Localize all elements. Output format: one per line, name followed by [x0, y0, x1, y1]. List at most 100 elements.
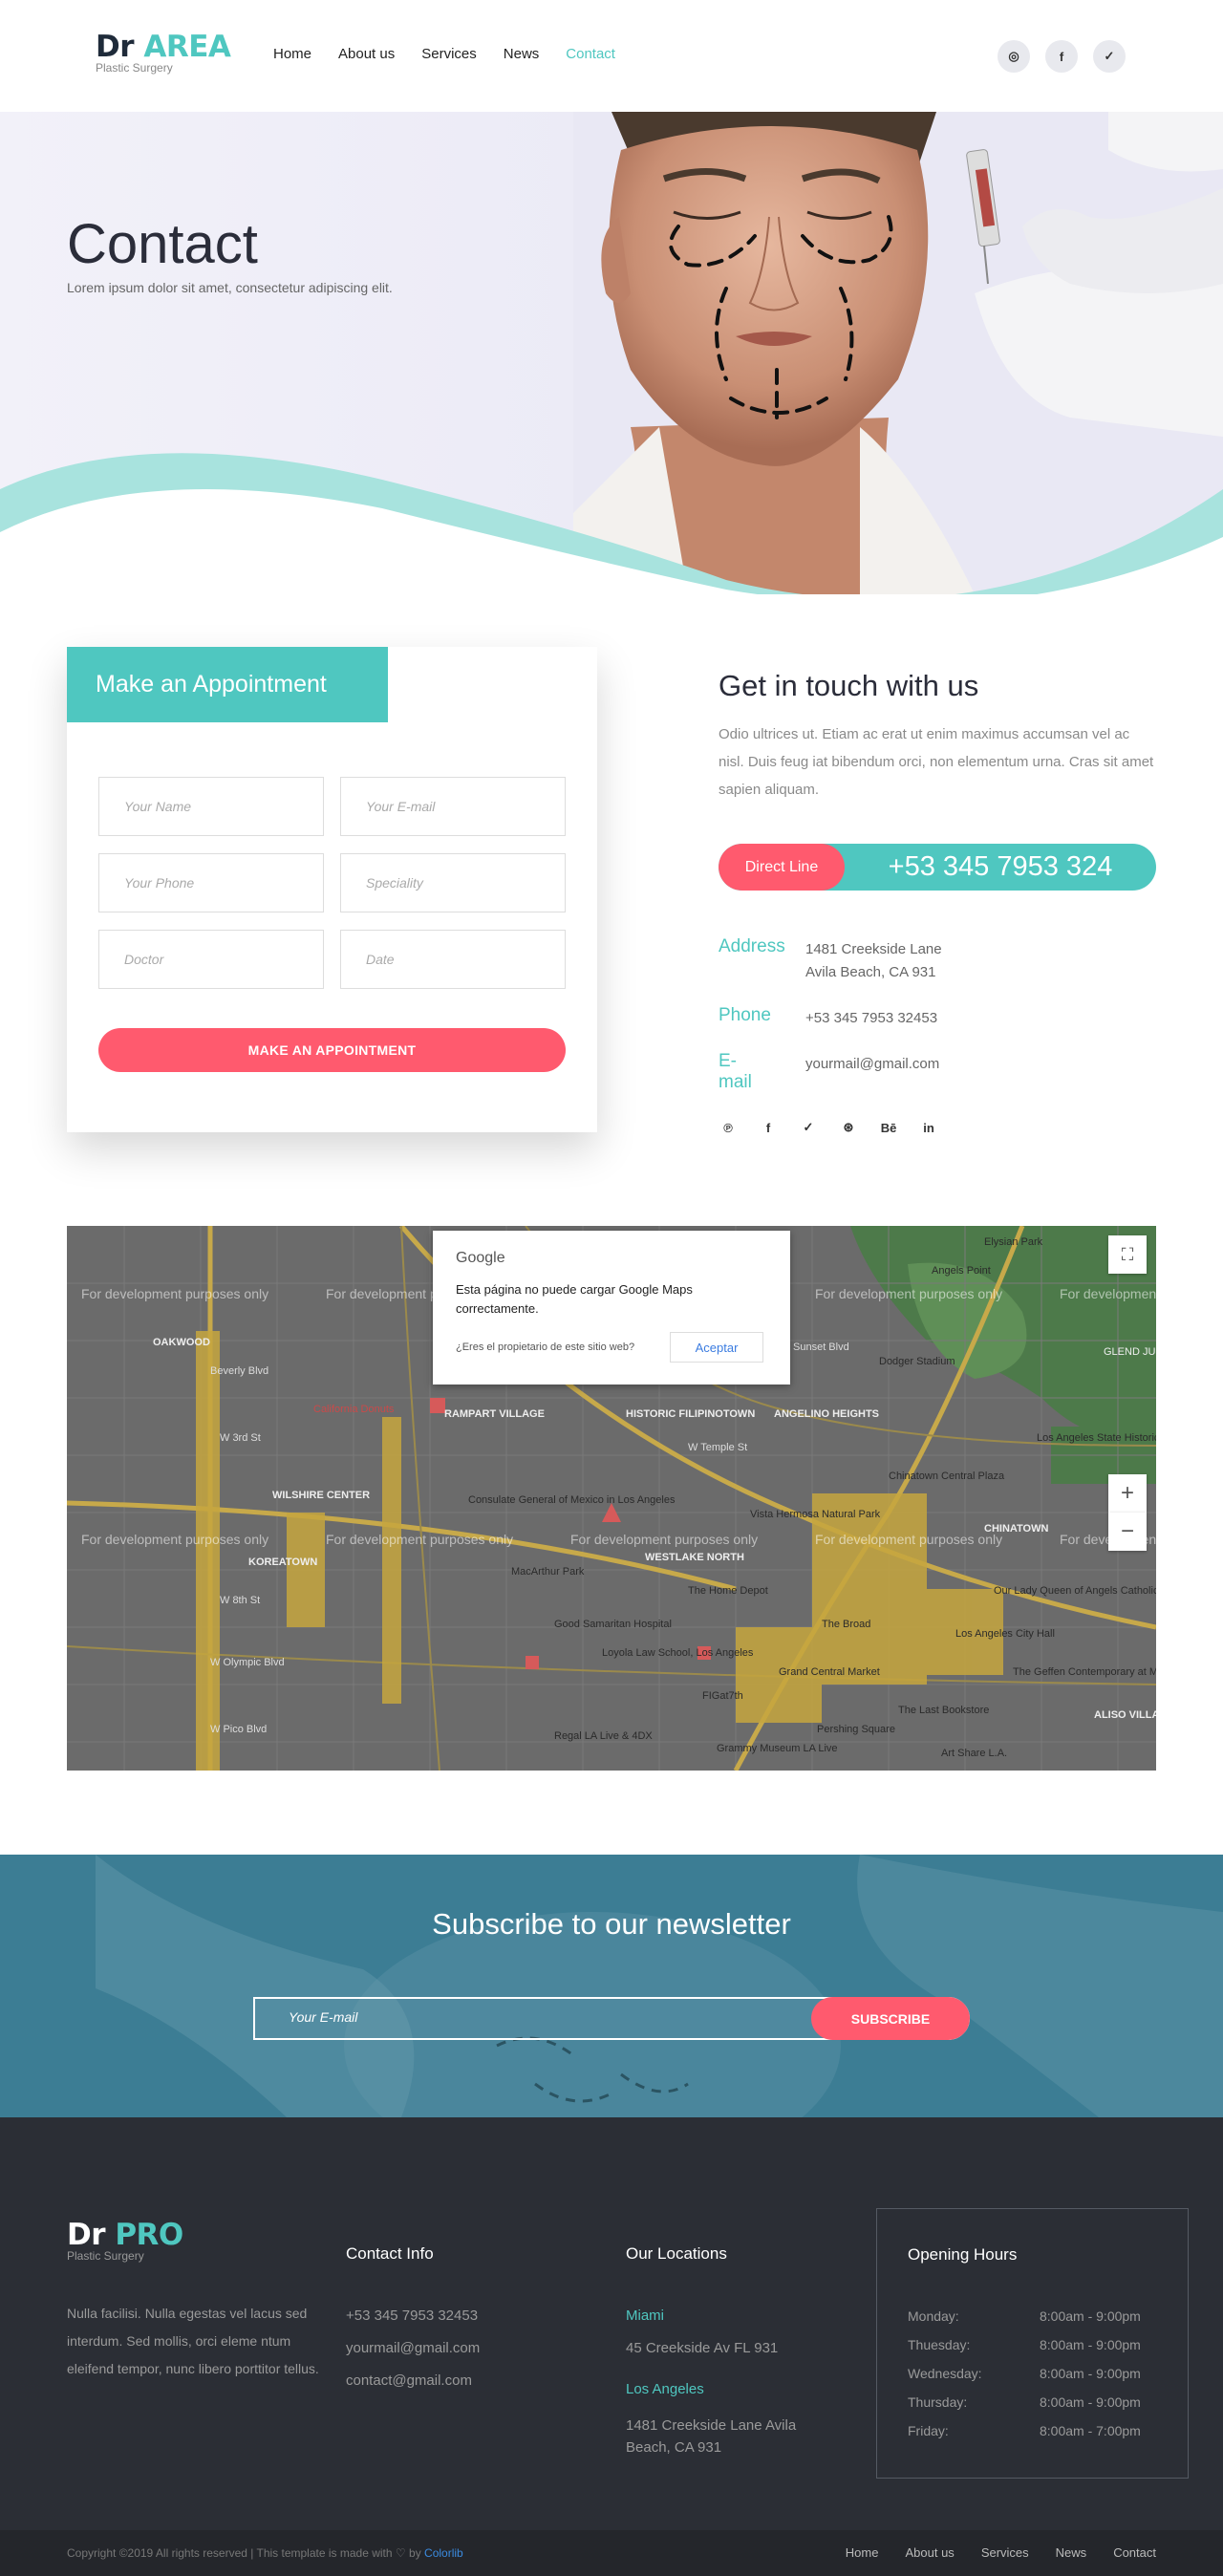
page-title: Contact	[67, 213, 258, 275]
svg-text:MacArthur Park: MacArthur Park	[511, 1566, 585, 1578]
svg-text:Sunset Blvd: Sunset Blvd	[793, 1342, 849, 1353]
page-subtitle: Lorem ipsum dolor sit amet, consectetur …	[67, 280, 393, 295]
footer-nav-about[interactable]: About us	[905, 2545, 954, 2560]
header-social: ◎ f ✓	[998, 40, 1126, 73]
address-label: Address	[719, 936, 785, 956]
svg-text:RAMPART VILLAGE: RAMPART VILLAGE	[444, 1408, 545, 1420]
doctor-input[interactable]: Doctor	[98, 930, 324, 989]
svg-text:Pershing Square: Pershing Square	[817, 1724, 895, 1735]
svg-text:W Olympic Blvd: W Olympic Blvd	[210, 1657, 285, 1668]
map-label: Elysian Park	[984, 1236, 1043, 1248]
facebook-icon[interactable]: f	[759, 1118, 778, 1137]
svg-text:California Donuts: California Donuts	[313, 1404, 395, 1415]
svg-text:ALISO VILLA: ALISO VILLA	[1094, 1709, 1156, 1721]
pinterest-icon[interactable]: ℗	[719, 1118, 738, 1137]
svg-text:Grammy Museum LA Live: Grammy Museum LA Live	[717, 1743, 838, 1754]
name-input[interactable]: Your Name	[98, 777, 324, 836]
zoom-in-button[interactable]: +	[1108, 1474, 1147, 1513]
svg-text:Chinatown Central Plaza: Chinatown Central Plaza	[889, 1470, 1005, 1482]
zoom-out-button[interactable]: −	[1108, 1513, 1147, 1551]
main-nav: Home About us Services News Contact	[273, 46, 615, 62]
map-dev-watermark: For development purposes only	[1060, 1286, 1156, 1301]
date-input[interactable]: Date	[340, 930, 566, 989]
svg-text:W 3rd St: W 3rd St	[220, 1432, 261, 1444]
footer-contact-email[interactable]: contact@gmail.com	[346, 2372, 472, 2389]
address-value: 1481 Creekside Lane Avila Beach, CA 931	[805, 941, 942, 980]
colorlib-link[interactable]: Colorlib	[424, 2546, 463, 2560]
facebook-icon[interactable]: f	[1045, 40, 1078, 73]
location-city-la: Los Angeles	[626, 2381, 704, 2397]
svg-text:Consulate General of Mexico in: Consulate General of Mexico in Los Angel…	[468, 1494, 676, 1506]
fullscreen-icon[interactable]: ⛶	[1108, 1235, 1147, 1274]
site-logo[interactable]: Dr AREA Plastic Surgery	[96, 30, 231, 75]
hero-banner: Contact Lorem ipsum dolor sit amet, cons…	[0, 112, 1223, 594]
twitter-icon[interactable]: ✓	[799, 1118, 818, 1137]
newsletter-background-image	[96, 1855, 1223, 2117]
instagram-icon[interactable]: ◎	[998, 40, 1030, 73]
speciality-input[interactable]: Speciality	[340, 853, 566, 912]
svg-text:W Pico Blvd: W Pico Blvd	[210, 1724, 267, 1735]
logo-text: Dr AREA	[96, 30, 231, 64]
svg-text:Beverly Blvd: Beverly Blvd	[210, 1365, 268, 1377]
svg-text:WESTLAKE NORTH: WESTLAKE NORTH	[645, 1552, 744, 1563]
site-header: Dr AREA Plastic Surgery Home About us Se…	[0, 0, 1223, 112]
svg-text:Los Angeles City Hall: Los Angeles City Hall	[955, 1628, 1055, 1640]
contact-social: ℗ f ✓ ⊛ Bē in	[719, 1118, 938, 1137]
svg-text:HISTORIC FILIPINOTOWN: HISTORIC FILIPINOTOWN	[626, 1408, 755, 1420]
touch-title: Get in touch with us	[719, 669, 979, 702]
nav-about[interactable]: About us	[338, 46, 395, 62]
copyright: Copyright ©2019 All rights reserved | Th…	[67, 2546, 463, 2560]
phone-label: Phone	[719, 1005, 771, 1025]
direct-line-label: Direct Line	[719, 844, 845, 891]
footer-nav: Home About us Services News Contact	[846, 2545, 1156, 2560]
svg-text:FIGat7th: FIGat7th	[702, 1690, 743, 1702]
footer-about-text: Nulla facilisi. Nulla egestas vel lacus …	[67, 2306, 319, 2376]
google-map[interactable]: Elysian Park Angels Point Dodger Stadium…	[67, 1226, 1156, 1771]
map-dev-watermark: For development purposes only	[81, 1532, 269, 1547]
nav-home[interactable]: Home	[273, 46, 311, 62]
direct-line-number: +53 345 7953 324	[888, 851, 1113, 882]
accept-button[interactable]: Aceptar	[670, 1332, 763, 1363]
map-error-dialog: Google Esta página no puede cargar Googl…	[433, 1231, 790, 1385]
svg-text:OAKWOOD: OAKWOOD	[153, 1337, 210, 1348]
svg-text:Grand Central Market: Grand Central Market	[779, 1666, 880, 1678]
svg-text:Our Lady Queen of Angels Catho: Our Lady Queen of Angels Catholic Church	[994, 1585, 1156, 1597]
map-dev-watermark: For development purposes only	[570, 1532, 759, 1547]
direct-line[interactable]: Direct Line +53 345 7953 324	[719, 844, 1156, 891]
map-dev-watermark: For development purposes only	[81, 1286, 269, 1301]
svg-text:W 8th St: W 8th St	[220, 1595, 260, 1606]
map-dev-watermark: For development purposes only	[326, 1532, 514, 1547]
email-value[interactable]: yourmail@gmail.com	[805, 1053, 1054, 1076]
svg-text:The Home Depot: The Home Depot	[688, 1585, 768, 1597]
footer-nav-home[interactable]: Home	[846, 2545, 879, 2560]
footer-nav-contact[interactable]: Contact	[1113, 2545, 1156, 2560]
svg-text:Angels Point: Angels Point	[932, 1265, 991, 1277]
phone-value: +53 345 7953 32453	[805, 1010, 938, 1026]
nav-contact[interactable]: Contact	[566, 46, 615, 62]
dribbble-icon[interactable]: ⊛	[839, 1118, 858, 1137]
email-input[interactable]: Your E-mail	[340, 777, 566, 836]
appointment-title: Make an Appointment	[67, 647, 388, 722]
map-owner-question[interactable]: ¿Eres el propietario de este sitio web?	[456, 1342, 634, 1353]
behance-icon[interactable]: Bē	[879, 1118, 898, 1137]
touch-text: Odio ultrices ut. Etiam ac erat ut enim …	[719, 726, 1154, 798]
svg-text:WILSHIRE CENTER: WILSHIRE CENTER	[272, 1490, 370, 1501]
phone-input[interactable]: Your Phone	[98, 853, 324, 912]
google-brand: Google	[456, 1250, 505, 1266]
footer-nav-services[interactable]: Services	[981, 2545, 1029, 2560]
svg-text:GLEND JUNCT: GLEND JUNCT	[1104, 1346, 1156, 1358]
map-dev-watermark: For development purposes only	[815, 1532, 1003, 1547]
svg-text:Regal LA Live & 4DX: Regal LA Live & 4DX	[554, 1730, 653, 1742]
nav-services[interactable]: Services	[421, 46, 477, 62]
subscribe-button[interactable]: SUBSCRIBE	[811, 1997, 970, 2040]
map-dev-watermark: For development purposes only	[815, 1286, 1003, 1301]
footer-email[interactable]: yourmail@gmail.com	[346, 2340, 480, 2356]
get-in-touch: Get in touch with us Odio ultrices ut. E…	[719, 669, 1158, 804]
make-appointment-button[interactable]: MAKE AN APPOINTMENT	[98, 1028, 566, 1072]
linkedin-icon[interactable]: in	[919, 1118, 938, 1137]
twitter-icon[interactable]: ✓	[1093, 40, 1126, 73]
nav-news[interactable]: News	[504, 46, 540, 62]
svg-text:Dodger Stadium: Dodger Stadium	[879, 1356, 955, 1367]
footer-logo[interactable]: Dr PRO Plastic Surgery	[67, 2219, 183, 2263]
footer-nav-news[interactable]: News	[1056, 2545, 1087, 2560]
